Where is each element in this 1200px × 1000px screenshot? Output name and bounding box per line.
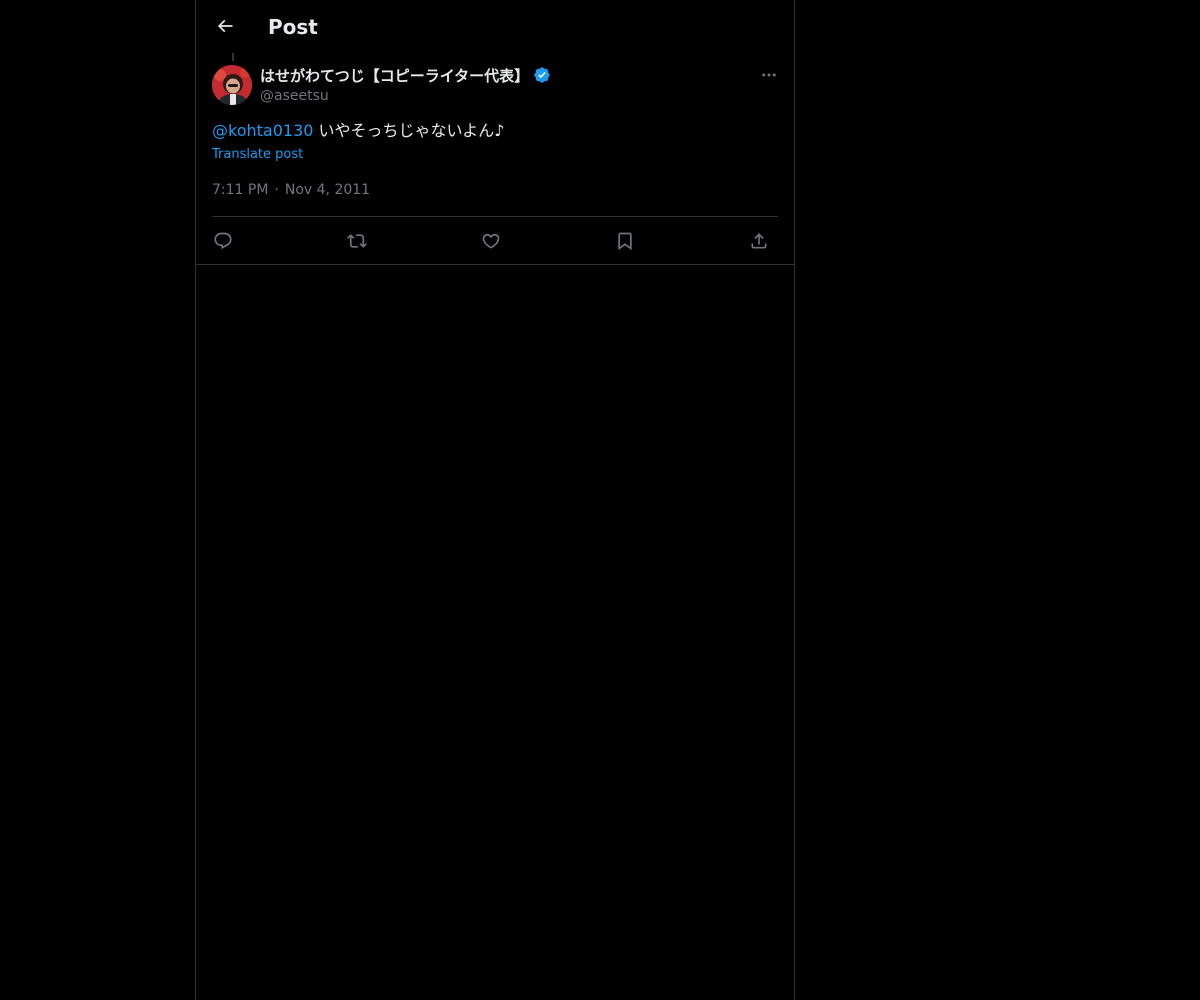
- post-date[interactable]: Nov 4, 2011: [285, 182, 370, 198]
- author-handle[interactable]: @aseetsu: [260, 86, 329, 106]
- page-header: Post: [196, 0, 794, 53]
- bookmark-icon: [618, 232, 632, 251]
- page-title: Post: [268, 15, 318, 39]
- bookmark-button[interactable]: [608, 224, 642, 258]
- more-horizontal-icon: [762, 73, 776, 77]
- divider: [196, 264, 794, 265]
- share-button[interactable]: [742, 224, 776, 258]
- post-column: Post はせがわてつじ【コピーライター代表】 @aseetsu @kohta0…: [195, 0, 795, 1000]
- author-name-row: はせがわてつじ【コピーライター代表】: [260, 64, 551, 86]
- translate-post-link[interactable]: Translate post: [212, 146, 303, 164]
- author-display-name[interactable]: はせがわてつじ【コピーライター代表】: [260, 65, 529, 86]
- arrow-left-icon: [217, 19, 233, 33]
- more-options-button[interactable]: [758, 64, 780, 86]
- thread-connector-line: [232, 53, 234, 61]
- like-button[interactable]: [474, 224, 508, 258]
- verified-badge-icon[interactable]: [533, 66, 551, 84]
- post-timestamp: 7:11 PM · Nov 4, 2011: [212, 180, 370, 200]
- reply-icon: [214, 232, 232, 250]
- post-text: @kohta0130 いやそっちじゃないよん♪: [212, 119, 504, 143]
- avatar[interactable]: [212, 65, 252, 105]
- repost-icon: [347, 234, 367, 248]
- meta-separator: ·: [274, 182, 279, 198]
- share-icon: [751, 233, 767, 249]
- mention-link[interactable]: @kohta0130: [212, 121, 313, 140]
- post-actions-bar: [212, 224, 778, 258]
- post-body: いやそっちじゃないよん♪: [313, 121, 505, 140]
- divider: [212, 216, 778, 217]
- back-button[interactable]: [208, 9, 242, 43]
- heart-icon: [482, 233, 500, 249]
- repost-button[interactable]: [340, 224, 374, 258]
- avatar-image: [212, 65, 252, 105]
- post-time[interactable]: 7:11 PM: [212, 182, 268, 198]
- reply-button[interactable]: [206, 224, 240, 258]
